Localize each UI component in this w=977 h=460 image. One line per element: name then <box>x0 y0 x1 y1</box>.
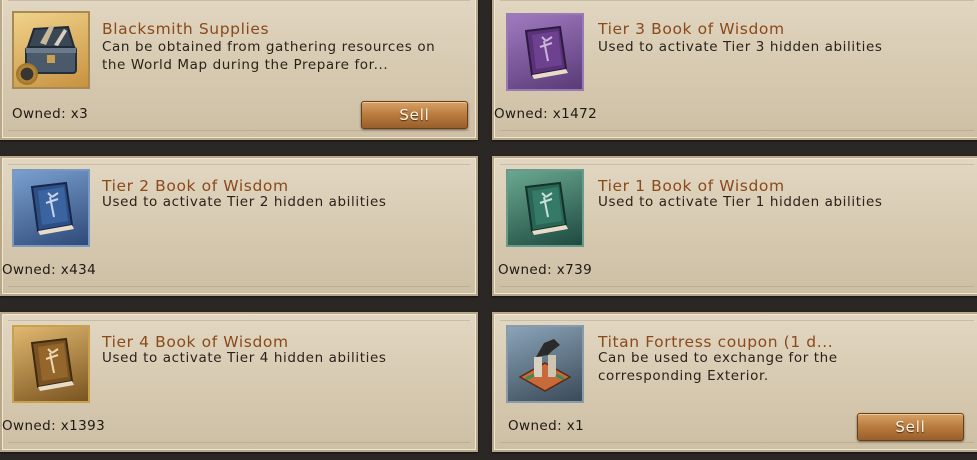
item-card-blacksmith-supplies[interactable]: Blacksmith Supplies Can be obtained from… <box>0 0 478 140</box>
item-card-tier1-book[interactable]: Tier 1 Book of Wisdom Used to activate T… <box>492 156 977 296</box>
owned-count: Owned: x1472 <box>494 106 598 122</box>
item-card-titan-fortress-coupon[interactable]: Titan Fortress coupon (1 d... Can be use… <box>492 312 977 452</box>
owned-count: Owned: x1393 <box>2 418 106 434</box>
item-title: Blacksmith Supplies <box>102 20 270 38</box>
item-card-tier4-book[interactable]: Tier 4 Book of Wisdom Used to activate T… <box>0 312 478 452</box>
item-thumbnail <box>506 13 584 91</box>
blue-book-icon <box>30 181 74 235</box>
sell-button[interactable]: Sell <box>857 413 964 441</box>
item-thumbnail <box>12 11 90 89</box>
item-card-tier2-book[interactable]: Tier 2 Book of Wisdom Used to activate T… <box>0 156 478 296</box>
green-book-icon <box>524 181 568 235</box>
item-description: Can be obtained from gathering resources… <box>102 39 436 73</box>
owned-count: Owned: x739 <box>498 262 593 278</box>
item-thumbnail <box>12 169 90 247</box>
item-description: Used to activate Tier 4 hidden abilities <box>102 350 387 366</box>
item-description: Used to activate Tier 2 hidden abilities <box>102 194 387 210</box>
item-description: Used to activate Tier 1 hidden abilities <box>598 194 883 210</box>
purple-book-icon <box>524 25 568 79</box>
gold-book-icon <box>30 337 74 391</box>
item-description: Can be used to exchange for the correspo… <box>598 350 838 384</box>
sell-button[interactable]: Sell <box>361 101 468 129</box>
owned-count: Owned: x1 <box>508 418 585 434</box>
item-thumbnail <box>506 325 584 403</box>
item-description: Used to activate Tier 3 hidden abilities <box>598 39 883 55</box>
owned-count: Owned: x3 <box>12 106 89 122</box>
owned-count: Owned: x434 <box>2 262 97 278</box>
item-thumbnail <box>12 325 90 403</box>
item-card-tier3-book[interactable]: Tier 3 Book of Wisdom Used to activate T… <box>492 0 977 140</box>
item-title: Tier 3 Book of Wisdom <box>598 20 785 38</box>
item-thumbnail <box>506 169 584 247</box>
helmet-badge-icon <box>16 63 38 85</box>
fortress-coupon-icon <box>518 339 572 392</box>
